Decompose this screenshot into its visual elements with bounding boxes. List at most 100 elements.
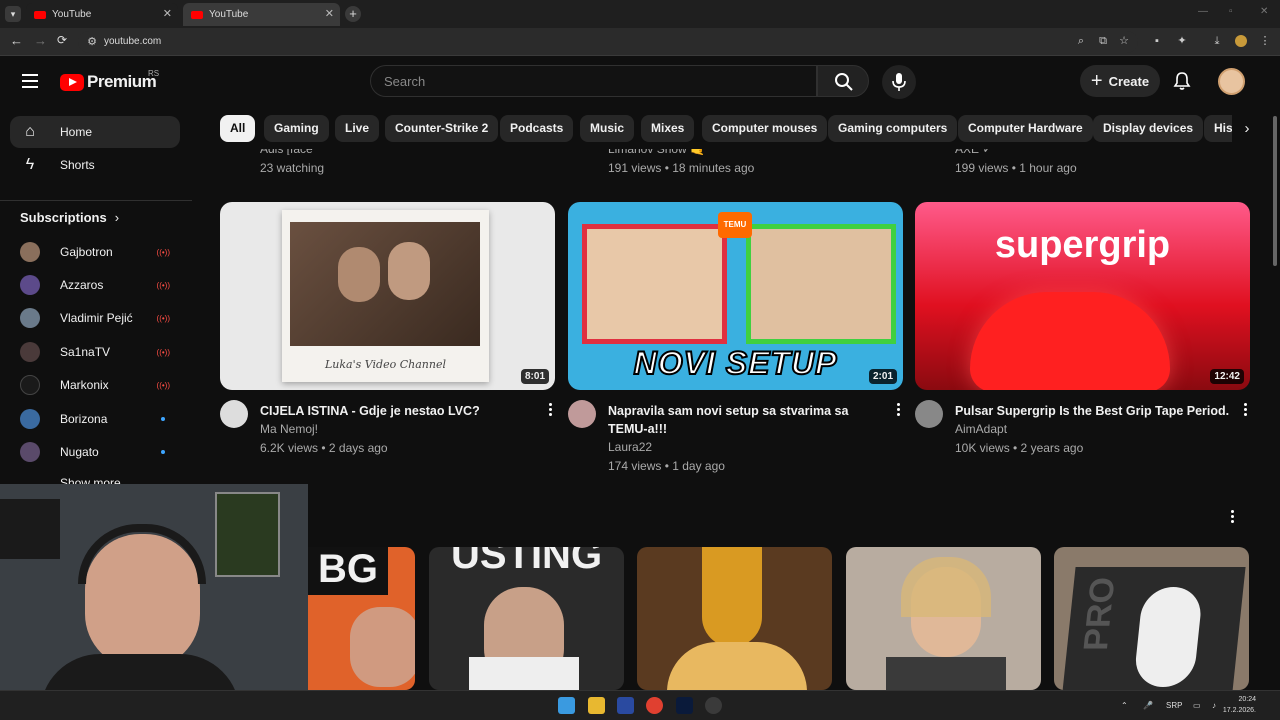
channel-avatar[interactable] xyxy=(220,400,248,428)
back-icon[interactable]: ← xyxy=(10,33,23,48)
chip-live[interactable]: Live xyxy=(335,115,380,142)
sidebar-item-home[interactable]: ⌂ Home xyxy=(10,116,180,148)
language-indicator[interactable]: SRP xyxy=(1166,701,1182,710)
search-input[interactable]: Search xyxy=(370,65,817,97)
tray-speaker-icon[interactable]: ♪ xyxy=(1212,701,1216,710)
obs-icon[interactable] xyxy=(705,697,722,714)
account-avatar[interactable] xyxy=(1218,68,1245,95)
search-button[interactable] xyxy=(817,65,869,97)
sidebar-item-borizona[interactable]: Borizona xyxy=(20,409,175,429)
extensions-puzzle-icon[interactable]: ✦ xyxy=(1176,35,1188,47)
start-menu-icon[interactable] xyxy=(558,697,575,714)
prev-video-channel[interactable]: AXE ✓ xyxy=(955,149,992,155)
channel-avatar[interactable] xyxy=(568,400,596,428)
bookmark-star-icon[interactable]: ☆ xyxy=(1118,35,1130,47)
video-more-options-icon[interactable] xyxy=(1242,403,1248,419)
chrome-icon[interactable] xyxy=(646,697,663,714)
prev-video-channel[interactable]: Adis [face xyxy=(260,149,313,155)
sidebar: ⌂ Home ϟ Shorts Subscriptions › Gajbotron… xyxy=(0,106,192,486)
chip-gaming[interactable]: Gaming xyxy=(264,115,329,142)
shelf-thumbnail[interactable]: USTING xyxy=(429,547,624,690)
shelf-thumbnail[interactable]: PRO xyxy=(1054,547,1249,690)
tab-search-button[interactable]: ▾ xyxy=(5,6,21,22)
thumbnail-caption: NOVI SETUP xyxy=(633,344,838,382)
chip-music[interactable]: Music xyxy=(580,115,635,142)
sidebar-item-gajbotron[interactable]: Gajbotron ((•)) xyxy=(20,242,175,262)
video-channel[interactable]: AimAdapt xyxy=(955,422,1007,436)
video-title[interactable]: Napravila sam novi setup sa stvarima sa … xyxy=(608,402,878,438)
chip-computer-hardware[interactable]: Computer Hardware xyxy=(958,115,1093,142)
sidebar-item-shorts[interactable]: ϟ Shorts xyxy=(10,149,180,181)
close-tab-icon[interactable]: ✕ xyxy=(163,7,172,20)
reload-icon[interactable]: ⟳ xyxy=(57,33,67,47)
channel-avatar[interactable] xyxy=(915,400,943,428)
chip-podcasts[interactable]: Podcasts xyxy=(500,115,574,142)
new-tab-button[interactable]: + xyxy=(345,6,361,22)
logo-text: Premium xyxy=(87,72,157,91)
close-tab-icon[interactable]: ✕ xyxy=(325,7,334,20)
system-clock[interactable]: 20:24 17.2.2026. xyxy=(1223,694,1256,716)
mouse-image xyxy=(1132,587,1204,687)
browser-tab-active[interactable]: YouTube ✕ xyxy=(183,3,340,26)
subscriptions-header[interactable]: Subscriptions › xyxy=(20,210,119,225)
channel-name: Nugato xyxy=(60,445,99,459)
chips-next-arrow-icon[interactable]: › xyxy=(1232,115,1262,142)
tray-chevron-icon[interactable]: ⌃ xyxy=(1121,701,1128,710)
shelf-thumbnail[interactable] xyxy=(637,547,832,690)
video-more-options-icon[interactable] xyxy=(895,403,901,419)
tray-mic-icon[interactable]: 🎤 xyxy=(1143,701,1153,710)
maximize-icon[interactable]: ▫ xyxy=(1229,6,1233,17)
extension-icon[interactable]: ▪ xyxy=(1151,35,1163,47)
video-title[interactable]: Pulsar Supergrip Is the Best Grip Tape P… xyxy=(955,402,1240,420)
chip-all[interactable]: All xyxy=(220,115,256,142)
create-button[interactable]: + Create xyxy=(1080,65,1160,97)
notifications-bell-icon[interactable] xyxy=(1172,71,1192,91)
profile-avatar-icon[interactable] xyxy=(1235,35,1247,47)
site-info-icon[interactable]: ⚙ xyxy=(86,36,98,48)
video-title[interactable]: CIJELA ISTINA - Gdje je nestao LVC? xyxy=(260,402,530,420)
close-window-icon[interactable]: ✕ xyxy=(1260,6,1268,17)
sidebar-item-vladimir-pejic[interactable]: Vladimir Pejić ((•)) xyxy=(20,308,175,328)
sidebar-item-nugato[interactable]: Nugato xyxy=(20,442,175,462)
file-explorer-icon[interactable] xyxy=(588,697,605,714)
chip-gaming-computers[interactable]: Gaming computers xyxy=(828,115,958,142)
video-more-options-icon[interactable] xyxy=(547,403,553,419)
hamburger-menu-icon[interactable] xyxy=(22,74,38,88)
sidebar-item-sa1natv[interactable]: Sa1naTV ((•)) xyxy=(20,342,175,362)
browser-menu-icon[interactable]: ⋮ xyxy=(1259,35,1271,47)
browser-tab[interactable]: YouTube ✕ xyxy=(26,3,178,26)
video-channel[interactable]: Ma Nemoj! xyxy=(260,422,318,436)
tray-display-icon[interactable]: ▭ xyxy=(1193,701,1201,710)
sidebar-item-azzaros[interactable]: Azzaros ((•)) xyxy=(20,275,175,295)
download-icon[interactable]: ⤓ xyxy=(1211,35,1223,47)
live-indicator-icon: ((•)) xyxy=(156,247,170,257)
page-scrollbar[interactable] xyxy=(1270,56,1280,690)
install-app-icon[interactable]: ⧉ xyxy=(1097,35,1109,47)
clock-date: 17.2.2026. xyxy=(1222,707,1256,714)
voice-search-button[interactable] xyxy=(882,65,916,99)
photoshop-icon[interactable] xyxy=(676,697,693,714)
minimize-icon[interactable]: — xyxy=(1198,6,1208,17)
sidebar-item-markonix[interactable]: Markonix ((•)) xyxy=(20,375,175,395)
channel-avatar xyxy=(20,242,40,262)
chip-counter-strike-2[interactable]: Counter-Strike 2 xyxy=(385,115,499,142)
chip-mixes[interactable]: Mixes xyxy=(641,115,695,142)
shelf-more-options-icon[interactable] xyxy=(1229,510,1235,526)
forward-icon[interactable]: → xyxy=(34,33,47,48)
zoom-icon[interactable]: ⌕ xyxy=(1075,35,1087,47)
video-channel[interactable]: Laura22 xyxy=(608,440,652,454)
youtube-favicon-icon xyxy=(34,10,46,19)
video-thumbnail[interactable]: Luka's Video Channel 8:01 xyxy=(220,202,555,390)
video-thumbnail[interactable]: TEMU NOVI SETUP 2:01 xyxy=(568,202,903,390)
youtube-premium-logo[interactable]: Premium RS xyxy=(60,69,159,92)
address-bar[interactable] xyxy=(78,31,1138,53)
chip-computer-mouses[interactable]: Computer mouses xyxy=(702,115,828,142)
prev-video-channel[interactable]: Limanov Show 🤙 xyxy=(608,149,705,155)
chip-display-devices[interactable]: Display devices xyxy=(1093,115,1204,142)
shelf-thumbnail[interactable] xyxy=(846,547,1041,690)
video-thumbnail[interactable]: supergrip 12:42 xyxy=(915,202,1250,390)
channel-name: Borizona xyxy=(60,412,108,426)
browser-toolbar: ← → ⟳ ⚙ youtube.com ⌕ ⧉ ☆ ▪ ✦ ⤓ ⋮ xyxy=(0,28,1280,56)
chevron-right-icon: › xyxy=(114,210,120,225)
app-v-icon[interactable] xyxy=(617,697,634,714)
